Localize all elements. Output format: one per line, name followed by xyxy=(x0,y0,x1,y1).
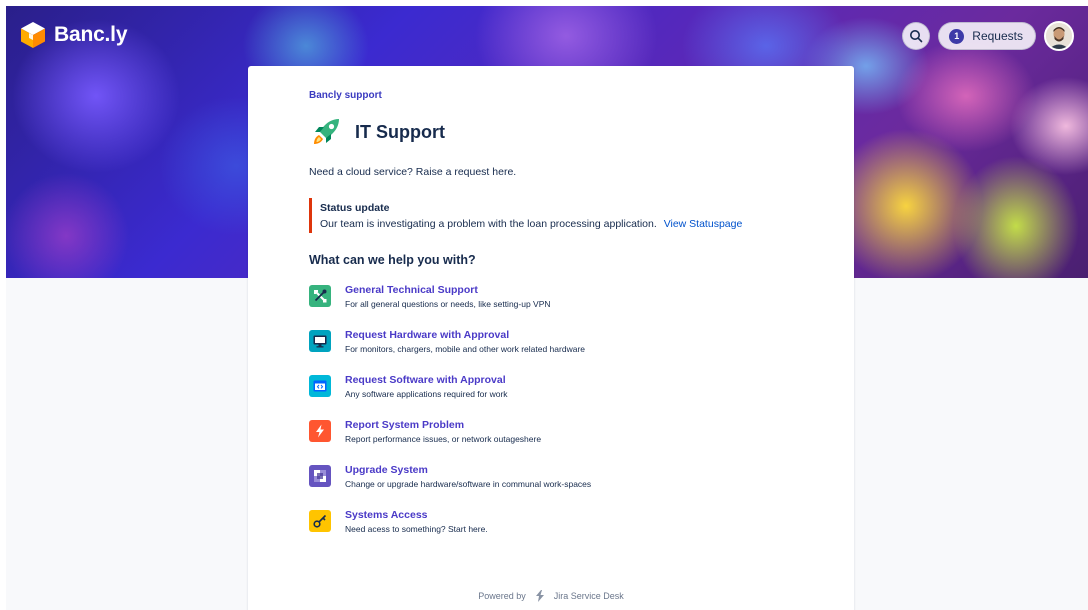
request-type-systems-access[interactable]: Systems Access Need acess to something? … xyxy=(309,509,793,554)
request-type-name[interactable]: Report System Problem xyxy=(345,419,541,432)
status-body: Our team is investigating a problem with… xyxy=(320,218,793,230)
logo[interactable]: Banc.ly xyxy=(20,20,128,50)
request-type-description: Change or upgrade hardware/software in c… xyxy=(345,479,592,489)
request-type-name[interactable]: Systems Access xyxy=(345,509,488,522)
request-type-name[interactable]: Upgrade System xyxy=(345,464,591,477)
request-type-description: Need acess to something? Start here. xyxy=(345,524,488,534)
search-button[interactable] xyxy=(902,22,931,50)
requests-button[interactable]: 1 Requests xyxy=(938,22,1036,50)
help-heading: What can we help you with? xyxy=(309,253,476,267)
portal-page: Banc.ly 1 Requests Bancly support IT Sup… xyxy=(6,6,1088,610)
rocket-icon xyxy=(314,119,339,144)
lightning-icon xyxy=(309,420,331,442)
status-message: Our team is investigating a problem with… xyxy=(320,218,657,230)
request-type-text: Upgrade System Change or upgrade hardwar… xyxy=(345,464,591,490)
code-window-icon xyxy=(309,375,331,397)
request-type-report-system-problem[interactable]: Report System Problem Report performance… xyxy=(309,419,793,464)
header-actions: 1 Requests xyxy=(902,21,1074,51)
status-title: Status update xyxy=(320,202,390,214)
powered-by-product[interactable]: Jira Service Desk xyxy=(554,591,624,601)
user-avatar[interactable] xyxy=(1044,21,1074,51)
tools-icon xyxy=(309,285,331,307)
checker-icon xyxy=(309,465,331,487)
page-title: IT Support xyxy=(355,121,445,142)
key-icon xyxy=(309,510,331,532)
request-type-text: Systems Access Need acess to something? … xyxy=(345,509,488,535)
jira-logo-icon xyxy=(535,590,544,602)
request-type-request-software[interactable]: Request Software with Approval Any softw… xyxy=(309,374,793,419)
request-type-description: Report performance issues, or network ou… xyxy=(345,434,542,444)
logo-cube-icon xyxy=(21,22,45,48)
portal-card: Bancly support IT Support Need a cloud s… xyxy=(248,66,854,610)
requests-label: Requests xyxy=(972,29,1023,43)
request-type-list: General Technical Support For all genera… xyxy=(309,284,793,554)
breadcrumb[interactable]: Bancly support xyxy=(309,90,793,101)
request-type-text: General Technical Support For all genera… xyxy=(345,284,551,310)
request-type-text: Report System Problem Report performance… xyxy=(345,419,541,445)
requests-count-badge: 1 xyxy=(949,28,965,44)
request-type-name[interactable]: General Technical Support xyxy=(345,284,551,297)
view-statuspage-link[interactable]: View Statuspage xyxy=(664,218,743,230)
request-type-name[interactable]: Request Software with Approval xyxy=(345,374,508,387)
powered-by-label: Powered by xyxy=(478,591,526,601)
status-update-banner: Status update Our team is investigating … xyxy=(309,198,793,233)
request-type-request-hardware[interactable]: Request Hardware with Approval For monit… xyxy=(309,329,793,374)
request-type-description: For all general questions or needs, like… xyxy=(345,299,551,309)
request-type-upgrade-system[interactable]: Upgrade System Change or upgrade hardwar… xyxy=(309,464,793,509)
avatar-icon xyxy=(1046,23,1072,49)
request-type-text: Request Hardware with Approval For monit… xyxy=(345,329,585,355)
powered-by-footer: Powered by Jira Service Desk xyxy=(248,590,854,602)
request-type-description: Any software applications required for w… xyxy=(345,389,508,399)
request-type-text: Request Software with Approval Any softw… xyxy=(345,374,508,400)
search-icon xyxy=(910,30,923,43)
request-type-general-technical-support[interactable]: General Technical Support For all genera… xyxy=(309,284,793,329)
portal-header: IT Support xyxy=(309,115,793,149)
request-type-name[interactable]: Request Hardware with Approval xyxy=(345,329,585,342)
logo-text: Banc.ly xyxy=(54,23,128,46)
portal-description: Need a cloud service? Raise a request he… xyxy=(309,166,517,178)
monitor-icon xyxy=(309,330,331,352)
request-type-description: For monitors, chargers, mobile and other… xyxy=(345,344,585,354)
